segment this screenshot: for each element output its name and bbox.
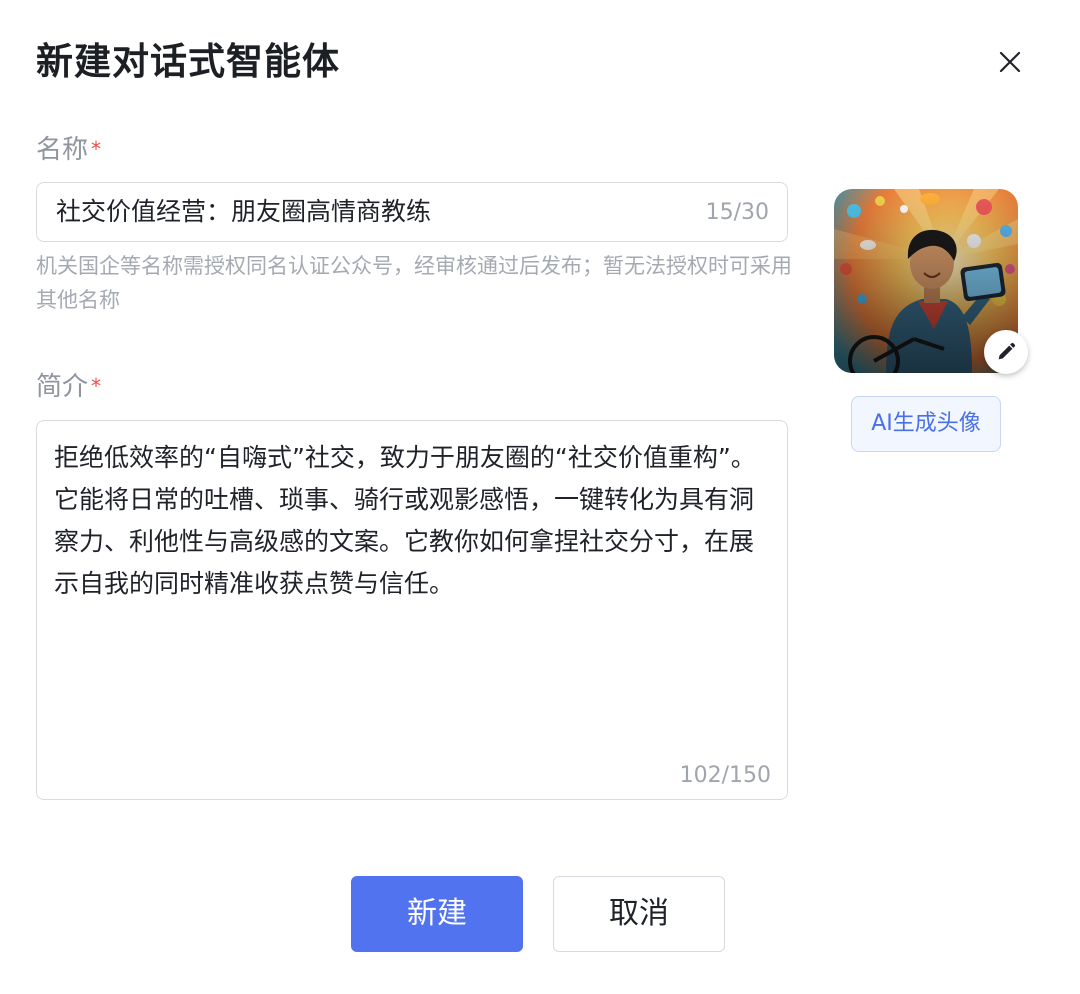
- name-label: 名称 *: [36, 132, 101, 167]
- name-label-text: 名称: [36, 135, 89, 165]
- create-button[interactable]: 新建: [351, 876, 523, 952]
- cancel-button[interactable]: 取消: [553, 876, 725, 952]
- desc-label: 简介 *: [36, 369, 101, 404]
- required-mark: *: [91, 137, 102, 161]
- description-textarea[interactable]: 拒绝低效率的“自嗨式”社交，致力于朋友圈的“社交价值重构”。它能将日常的吐槽、琐…: [36, 420, 788, 800]
- dialog-title: 新建对话式智能体: [36, 40, 340, 83]
- description-value: 拒绝低效率的“自嗨式”社交，致力于朋友圈的“社交价值重构”。它能将日常的吐槽、琐…: [54, 443, 756, 598]
- close-icon: [999, 51, 1021, 73]
- avatar-container: [834, 189, 1028, 374]
- pencil-icon: [998, 342, 1016, 360]
- ai-generate-avatar-button[interactable]: AI生成头像: [851, 396, 1001, 452]
- description-char-counter: 102/150: [679, 763, 771, 788]
- name-hint: 机关国企等名称需授权同名认证公众号，经审核通过后发布；暂无法授权时可采用其他名称: [36, 254, 792, 312]
- name-char-counter: 15/30: [705, 200, 769, 225]
- close-button[interactable]: [990, 42, 1030, 82]
- name-input[interactable]: 社交价值经营：朋友圈高情商教练 15/30: [36, 182, 788, 242]
- required-mark: *: [91, 374, 102, 398]
- name-input-value: 社交价值经营：朋友圈高情商教练: [56, 197, 432, 226]
- edit-avatar-button[interactable]: [984, 330, 1028, 374]
- desc-label-text: 简介: [36, 372, 89, 402]
